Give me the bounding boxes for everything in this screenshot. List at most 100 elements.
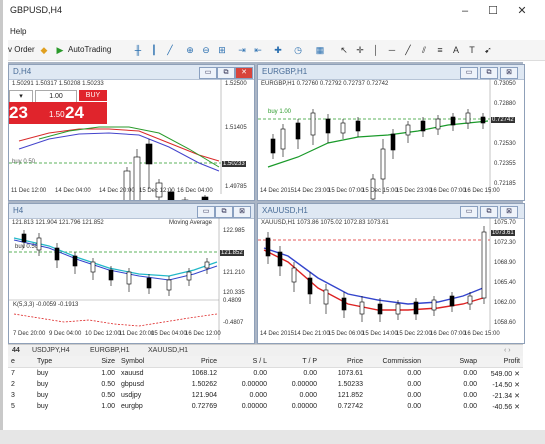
vertical-line-icon[interactable]: │: [370, 44, 382, 56]
column-header[interactable]: e: [8, 356, 34, 368]
column-header[interactable]: T / P: [270, 356, 320, 368]
current-price-label: 1073.61: [491, 230, 515, 236]
column-header[interactable]: Swap: [424, 356, 480, 368]
table-row[interactable]: 3 buy 0.50 usdjpy 121.904 0.000 0.000 12…: [8, 390, 523, 401]
templates-icon[interactable]: ▦: [314, 44, 326, 56]
text-tool-icon[interactable]: A: [450, 44, 462, 56]
table-row[interactable]: 5 buy 1.00 eurgbp 0.72769 0.00000 0.0000…: [8, 401, 523, 412]
tab-gbpusd[interactable]: 44: [12, 346, 20, 356]
table-row[interactable]: 2 buy 0.50 gbpusd 1.50262 0.00000 0.0000…: [8, 379, 523, 390]
zoom-out-icon[interactable]: ⊖: [200, 44, 212, 56]
price-chart[interactable]: [258, 79, 524, 200]
close-position-icon[interactable]: ✕: [514, 393, 520, 400]
chart-shift-icon[interactable]: ⇤: [252, 44, 264, 56]
line-chart-icon[interactable]: ╱: [164, 44, 176, 56]
cursor-icon[interactable]: ↖: [338, 44, 350, 56]
close-position-icon[interactable]: ✕: [514, 404, 520, 411]
commission-cell: 0.00: [407, 381, 421, 388]
order-icon[interactable]: ◆: [38, 44, 50, 56]
price-chart[interactable]: [9, 79, 254, 200]
column-header[interactable]: S / L: [220, 356, 270, 368]
column-header[interactable]: Size: [82, 356, 118, 368]
chart-minimize-button[interactable]: ▭: [199, 67, 217, 79]
chart-close-button[interactable]: ✕: [235, 67, 253, 79]
chart-window-xauusd[interactable]: XAUUSD,H1 ▭ ⧉ ⊠ XAUUSD,H1 1073.86 1075.0…: [257, 203, 525, 344]
candlestick-icon[interactable]: ┃: [148, 44, 160, 56]
column-header[interactable]: Price: [174, 356, 220, 368]
table-row[interactable]: 7 buy 1.00 xauusd 1068.12 0.00 0.00 1073…: [8, 368, 523, 380]
column-header[interactable]: Commission: [366, 356, 424, 368]
profit-cell: -14.50 ✕: [480, 379, 523, 390]
chart-titlebar: D,H4 ▭ ⧉ ✕: [9, 65, 254, 80]
tabs-scroll-icon[interactable]: ‹ ›: [504, 346, 511, 356]
periods-icon[interactable]: ◷: [292, 44, 304, 56]
price-tick: 0.72355: [494, 161, 516, 167]
minimize-button[interactable]: –: [458, 4, 472, 18]
time-axis: 14 Dec 2015 14 Dec 23:00 15 Dec 07:00 15…: [258, 187, 524, 198]
price-chart[interactable]: [258, 218, 524, 343]
fibonacci-icon[interactable]: ≡: [434, 44, 446, 56]
tab-eurgbp[interactable]: EURGBP,H1: [90, 346, 130, 356]
sl-cell: 0.000: [249, 392, 267, 399]
chart-restore-button[interactable]: ⧉: [217, 67, 235, 79]
bar-chart-icon[interactable]: ╫: [132, 44, 144, 56]
profit-value: -21.34: [492, 392, 513, 400]
close-button[interactable]: ✕: [515, 4, 529, 18]
ticket-cell: 5: [11, 403, 15, 410]
chart-window-eurgbp[interactable]: EURGBP,H1 ▭ ⧉ ⊠ EURGBP,H1 0.72760 0.7279…: [257, 64, 525, 201]
chart-minimize-button[interactable]: ▭: [460, 67, 478, 79]
arrows-tool-icon[interactable]: ➹: [482, 44, 494, 56]
tab-xauusd[interactable]: XAUUSD,H1: [148, 346, 188, 356]
time-tick: 14 Dec 2015: [260, 188, 295, 194]
chart-minimize-button[interactable]: ▭: [197, 206, 215, 218]
horizontal-line-icon[interactable]: ─: [386, 44, 398, 56]
autotrading-button[interactable]: AutoTrading: [68, 43, 111, 57]
column-header[interactable]: Profit: [480, 356, 523, 368]
indicators-icon[interactable]: ✚: [272, 44, 284, 56]
toolbar: v Order ◆ ▶ AutoTrading ╫ ┃ ╱ ⊕ ⊖ ⊞ ⇥ ⇤ …: [8, 40, 545, 61]
tile-windows-icon[interactable]: ⊞: [216, 44, 228, 56]
maximize-button[interactable]: ☐: [486, 4, 500, 18]
column-header[interactable]: Price: [320, 356, 366, 368]
auto-scroll-icon[interactable]: ⇥: [236, 44, 248, 56]
channel-icon[interactable]: ⫽: [418, 44, 430, 56]
chart-window-gbpusd[interactable]: D,H4 ▭ ⧉ ✕ 1.50291 1.50317 1.50208 1.502…: [8, 64, 255, 201]
symbol-cell: eurgbp: [121, 403, 143, 410]
chart-restore-button[interactable]: ⧉: [480, 67, 498, 79]
time-tick: 14 Dec 23:00: [294, 188, 330, 194]
tab-usdjpy[interactable]: USDJPY,H4: [32, 346, 70, 356]
chart-title: XAUUSD,H1: [262, 206, 308, 215]
time-tick: 11 Dec 12:00: [11, 188, 47, 194]
chart-close-button[interactable]: ⊠: [500, 206, 518, 218]
new-order-button[interactable]: v Order: [8, 43, 35, 57]
menu-help[interactable]: Help: [10, 27, 26, 36]
chart-titlebar: H4 ▭ ⧉ ⊠: [9, 204, 254, 219]
price-chart[interactable]: [9, 218, 254, 343]
autotrading-icon[interactable]: ▶: [54, 44, 66, 56]
crosshair-icon[interactable]: ✛: [354, 44, 366, 56]
window-edge: [0, 0, 3, 444]
commission-cell: 0.00: [407, 403, 421, 410]
column-header[interactable]: Symbol: [118, 356, 174, 368]
size-cell: 0.50: [101, 392, 115, 399]
chart-restore-button[interactable]: ⧉: [480, 206, 498, 218]
zoom-in-icon[interactable]: ⊕: [184, 44, 196, 56]
column-header[interactable]: Type: [34, 356, 82, 368]
chart-close-button[interactable]: ⊠: [233, 206, 251, 218]
close-position-icon[interactable]: ✕: [514, 371, 520, 378]
sl-cell: 0.00000: [241, 403, 267, 410]
chart-minimize-button[interactable]: ▭: [460, 206, 478, 218]
profit-cell: -21.34 ✕: [480, 390, 523, 401]
close-position-icon[interactable]: ✕: [514, 382, 520, 389]
trendline-icon[interactable]: ╱: [402, 44, 414, 56]
profit-value: -14.50: [492, 381, 513, 389]
chart-title: EURGBP,H1: [262, 67, 308, 76]
price-tick: 1.51405: [225, 125, 247, 131]
chart-restore-button[interactable]: ⧉: [215, 206, 233, 218]
price-cell: 1.50233: [337, 381, 363, 388]
profit-cell: 549.00 ✕: [480, 368, 523, 380]
chart-window-usdjpy[interactable]: H4 ▭ ⧉ ⊠ 121.813 121.904 121.796 121.852…: [8, 203, 255, 344]
chart-close-button[interactable]: ⊠: [500, 67, 518, 79]
price-tick: 122.985: [223, 228, 245, 234]
label-tool-icon[interactable]: T: [466, 44, 478, 56]
